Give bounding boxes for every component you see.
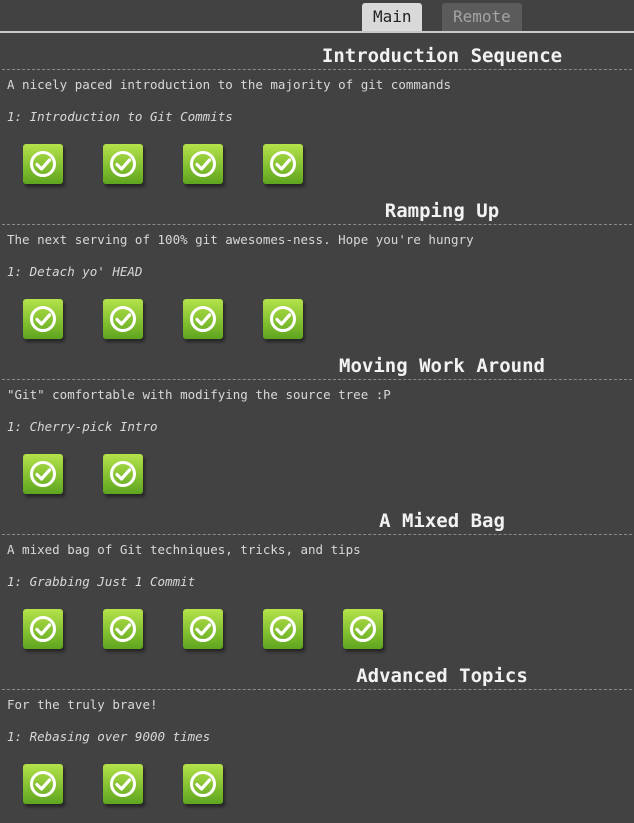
check-circle-icon [30,771,56,797]
level-button[interactable] [183,144,223,184]
check-circle-icon [110,151,136,177]
check-circle-icon [190,151,216,177]
level-button[interactable] [103,299,143,339]
sequence-description: "Git" comfortable with modifying the sou… [7,387,391,402]
level-button[interactable] [103,454,143,494]
level-button[interactable] [23,454,63,494]
check-circle-icon [110,461,136,487]
check-circle-icon [110,771,136,797]
check-circle-icon [190,306,216,332]
sequence-title: Moving Work Around [339,355,545,377]
level-button[interactable] [23,764,63,804]
sequence-description: A nicely paced introduction to the major… [7,77,452,92]
sequence-divider [2,534,632,535]
check-circle-icon [30,151,56,177]
level-button[interactable] [183,299,223,339]
level-button[interactable] [343,609,383,649]
check-circle-icon [30,461,56,487]
level-button[interactable] [23,609,63,649]
level-button[interactable] [103,764,143,804]
sequence-title: Advanced Topics [356,665,528,687]
level-button[interactable] [263,299,303,339]
check-circle-icon [270,151,296,177]
check-circle-icon [270,306,296,332]
check-circle-icon [190,771,216,797]
check-circle-icon [350,616,376,642]
sequence-description: The next serving of 100% git awesomes-ne… [7,232,474,247]
tab-remote[interactable]: Remote [442,3,522,31]
level-button[interactable] [183,764,223,804]
sequence-title: Ramping Up [384,200,500,222]
check-circle-icon [30,616,56,642]
sequence-description: A mixed bag of Git techniques, tricks, a… [7,542,361,557]
sequence-divider [2,689,632,690]
current-level-name: 1: Grabbing Just 1 Commit [7,574,196,589]
current-level-name: 1: Introduction to Git Commits [7,109,233,124]
level-button[interactable] [263,144,303,184]
check-circle-icon [270,616,296,642]
level-button[interactable] [23,299,63,339]
level-button[interactable] [103,144,143,184]
check-circle-icon [30,306,56,332]
sequence-divider [2,69,632,70]
sequence-divider [2,379,632,380]
sequence-divider [2,224,632,225]
check-circle-icon [110,306,136,332]
current-level-name: 1: Rebasing over 9000 times [7,729,211,744]
check-circle-icon [190,616,216,642]
tab-bar: Main Remote [0,0,634,33]
level-button[interactable] [103,609,143,649]
sequence-description: For the truly brave! [7,697,158,712]
check-circle-icon [110,616,136,642]
sequence-title: A Mixed Bag [379,510,505,532]
tab-main[interactable]: Main [362,3,422,31]
level-button[interactable] [23,144,63,184]
current-level-name: 1: Cherry-pick Intro [7,419,158,434]
level-button[interactable] [183,609,223,649]
current-level-name: 1: Detach yo' HEAD [7,264,143,279]
level-button[interactable] [263,609,303,649]
sequence-title: Introduction Sequence [321,45,563,67]
